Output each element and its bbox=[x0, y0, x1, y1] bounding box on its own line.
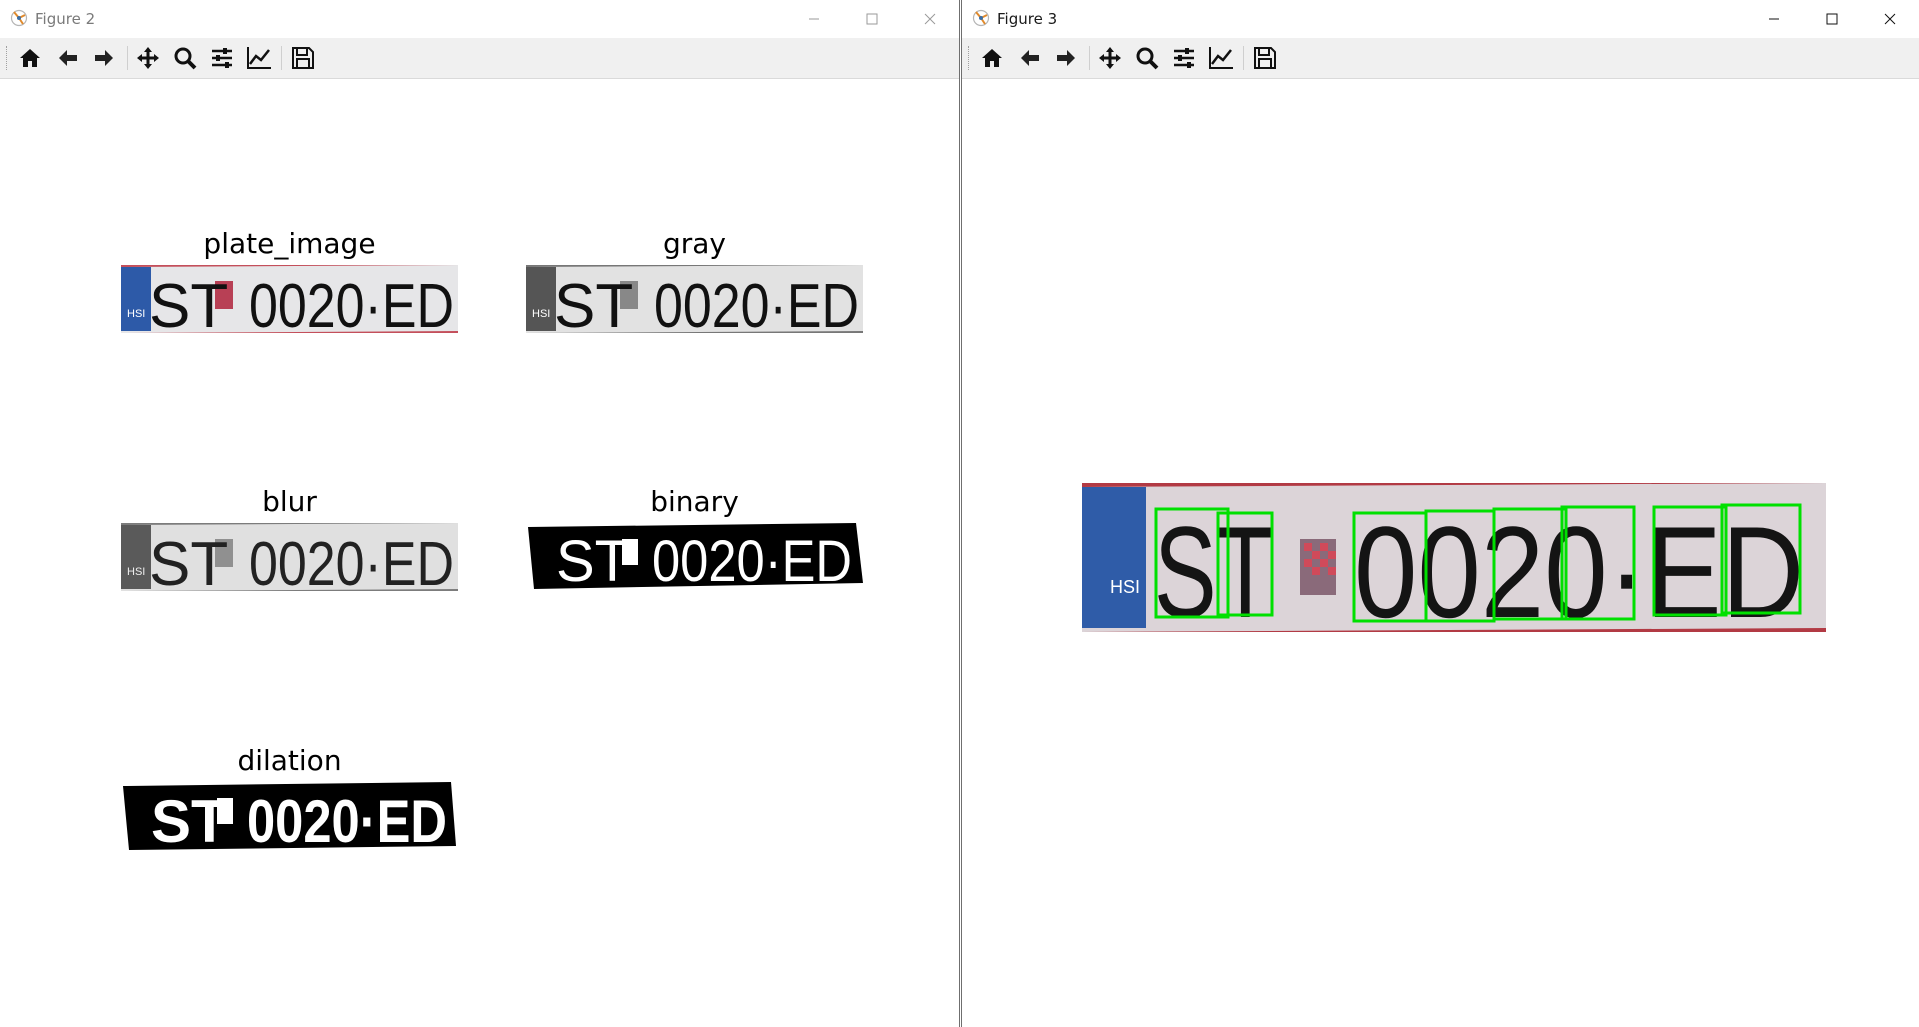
home-icon bbox=[982, 49, 1002, 67]
plate-image-color: HSI ST 0020·ED bbox=[121, 265, 458, 333]
svg-text:ST: ST bbox=[556, 529, 630, 591]
plate-image-dilation: ST 0020·ED bbox=[121, 782, 458, 850]
close-icon bbox=[924, 13, 936, 25]
svg-text:0020·ED: 0020·ED bbox=[654, 272, 859, 333]
edit-axis-button[interactable] bbox=[1206, 43, 1236, 73]
minimize-button[interactable] bbox=[785, 0, 843, 38]
minimize-button[interactable] bbox=[1745, 0, 1803, 38]
matplotlib-app-icon bbox=[972, 9, 990, 27]
maximize-button[interactable] bbox=[1803, 0, 1861, 38]
plate-with-character-boxes: HSI ST 0020·ED bbox=[1082, 483, 1826, 645]
matplotlib-app-icon bbox=[10, 9, 28, 27]
plate-image-gray: HSI ST 0020·ED bbox=[526, 265, 863, 333]
edit-axis-button[interactable] bbox=[244, 43, 274, 73]
subplot-title-gray: gray bbox=[662, 227, 726, 260]
edit-axis-icon bbox=[247, 47, 271, 69]
svg-text:HSI: HSI bbox=[1110, 577, 1140, 597]
svg-text:ST: ST bbox=[149, 530, 228, 591]
title-bar[interactable]: Figure 3 bbox=[962, 0, 1919, 38]
zoom-button[interactable] bbox=[1132, 43, 1162, 73]
save-icon bbox=[292, 47, 314, 69]
title-bar[interactable]: Figure 2 bbox=[0, 0, 959, 38]
back-icon bbox=[1021, 50, 1039, 66]
home-icon bbox=[20, 49, 40, 67]
minimize-icon bbox=[1769, 18, 1779, 20]
svg-text:HSI: HSI bbox=[127, 308, 145, 320]
forward-icon bbox=[1057, 50, 1075, 66]
save-icon bbox=[1254, 47, 1276, 69]
close-button[interactable] bbox=[901, 0, 959, 38]
edit-axis-icon bbox=[1209, 47, 1233, 69]
forward-icon bbox=[95, 50, 113, 66]
plate-image-binary: ST 0020·ED bbox=[526, 523, 863, 591]
home-button[interactable] bbox=[15, 43, 45, 73]
svg-text:ST: ST bbox=[1154, 499, 1274, 632]
maximize-icon bbox=[1826, 13, 1838, 25]
svg-text:0020·ED: 0020·ED bbox=[652, 529, 852, 591]
configure-subplots-button[interactable] bbox=[207, 43, 237, 73]
configure-subplots-icon bbox=[212, 48, 232, 68]
svg-text:ST: ST bbox=[151, 788, 228, 850]
configure-subplots-icon bbox=[1174, 48, 1194, 68]
forward-button[interactable] bbox=[1051, 43, 1081, 73]
home-button[interactable] bbox=[977, 43, 1007, 73]
navigation-toolbar bbox=[0, 38, 959, 79]
pan-icon bbox=[1099, 47, 1121, 69]
plate-image-blur: HSI ST 0020·ED bbox=[121, 523, 458, 591]
svg-text:0020·ED: 0020·ED bbox=[249, 272, 454, 333]
maximize-icon bbox=[866, 13, 878, 25]
window-title: Figure 2 bbox=[35, 10, 96, 28]
save-button[interactable] bbox=[288, 43, 318, 73]
figure-3-window: Figure 3 HSI ST 0020·ED bbox=[961, 0, 1919, 1027]
window-title: Figure 3 bbox=[997, 10, 1058, 28]
figure-2-window: Figure 2 plate_image HSI ST 0020·ED gray… bbox=[0, 0, 960, 1027]
zoom-button[interactable] bbox=[170, 43, 200, 73]
svg-text:ST: ST bbox=[149, 272, 228, 333]
configure-subplots-button[interactable] bbox=[1169, 43, 1199, 73]
save-button[interactable] bbox=[1250, 43, 1280, 73]
maximize-button[interactable] bbox=[843, 0, 901, 38]
subplot-title-binary: binary bbox=[650, 485, 739, 518]
navigation-toolbar bbox=[962, 38, 1919, 79]
svg-text:HSI: HSI bbox=[127, 566, 145, 578]
svg-text:0020·ED: 0020·ED bbox=[247, 788, 447, 850]
close-button[interactable] bbox=[1861, 0, 1919, 38]
pan-button[interactable] bbox=[1095, 43, 1125, 73]
close-icon bbox=[1884, 13, 1896, 25]
zoom-icon bbox=[174, 47, 197, 70]
svg-text:0020·ED: 0020·ED bbox=[249, 530, 454, 591]
svg-text:ST: ST bbox=[554, 272, 633, 333]
subplot-title-blur: blur bbox=[262, 485, 317, 518]
pan-button[interactable] bbox=[133, 43, 163, 73]
figure-canvas[interactable]: plate_image HSI ST 0020·ED gray HSI ST 0… bbox=[0, 79, 959, 1027]
subplot-title-dilation: dilation bbox=[237, 744, 342, 777]
figure-canvas[interactable]: HSI ST 0020·ED bbox=[962, 79, 1919, 1027]
subplot-title-plate-image: plate_image bbox=[203, 227, 376, 260]
forward-button[interactable] bbox=[89, 43, 119, 73]
minimize-icon bbox=[809, 18, 819, 20]
back-button[interactable] bbox=[53, 43, 83, 73]
back-icon bbox=[59, 50, 77, 66]
svg-text:HSI: HSI bbox=[532, 308, 550, 320]
zoom-icon bbox=[1136, 47, 1159, 70]
pan-icon bbox=[137, 47, 159, 69]
back-button[interactable] bbox=[1015, 43, 1045, 73]
